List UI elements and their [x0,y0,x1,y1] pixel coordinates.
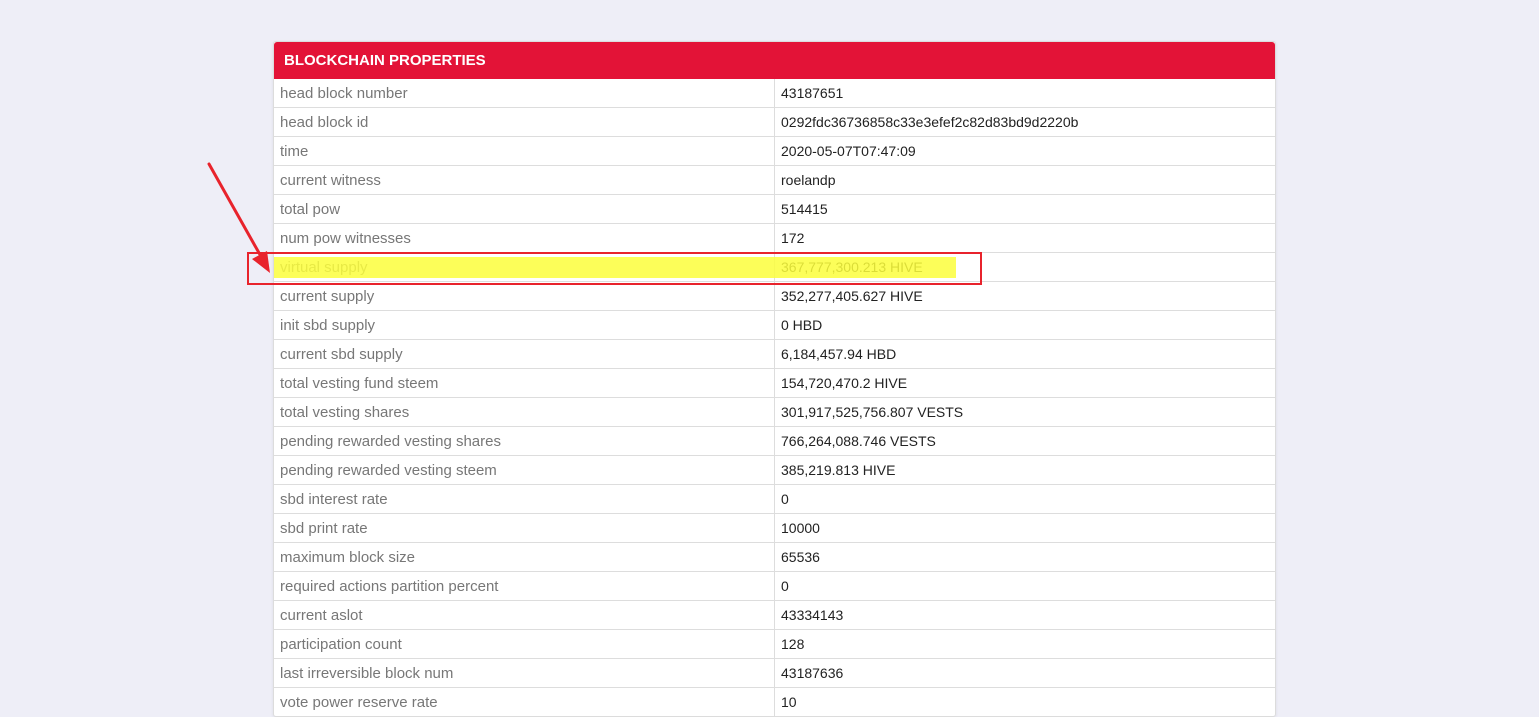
property-name: time [274,136,775,166]
table-row: sbd print rate 10000 [274,513,1275,543]
property-value: 301,917,525,756.807 VESTS [774,397,1275,427]
table-row: virtual supply 367,777,300.213 HIVE [274,252,1275,282]
property-name: vote power reserve rate [274,687,775,716]
property-value: 154,720,470.2 HIVE [774,368,1275,398]
table-row: total vesting fund steem 154,720,470.2 HI… [274,368,1275,398]
property-name: current supply [274,281,775,311]
table-row: current aslot 43334143 [274,600,1275,630]
table-row: vote power reserve rate 10 [274,687,1275,716]
property-value: 65536 [774,542,1275,572]
property-name: init sbd supply [274,310,775,340]
table-row: sbd interest rate 0 [274,484,1275,514]
property-value: 128 [774,629,1275,659]
table-row: init sbd supply 0 HBD [274,310,1275,340]
property-name: maximum block size [274,542,775,572]
property-value: 10000 [774,513,1275,543]
property-name: current witness [274,165,775,195]
property-value: 6,184,457.94 HBD [774,339,1275,369]
property-value: 0 [774,571,1275,601]
property-value: 352,277,405.627 HIVE [774,281,1275,311]
property-name: num pow witnesses [274,223,775,253]
table-row: current witness roelandp [274,165,1275,195]
table-row: current sbd supply 6,184,457.94 HBD [274,339,1275,369]
table-row: current supply 352,277,405.627 HIVE [274,281,1275,311]
blockchain-properties-panel: BLOCKCHAIN PROPERTIES head block number 4… [273,41,1276,717]
table-row: time 2020-05-07T07:47:09 [274,136,1275,166]
property-name: virtual supply [274,252,775,282]
property-name: sbd print rate [274,513,775,543]
panel-title: BLOCKCHAIN PROPERTIES [274,42,1275,79]
table-row: head block id 0292fdc36736858c33e3efef2c8… [274,107,1275,137]
property-value: 43187636 [774,658,1275,688]
property-name: sbd interest rate [274,484,775,514]
property-name: required actions partition percent [274,571,775,601]
table-row: pending rewarded vesting steem 385,219.81… [274,455,1275,485]
property-name: total vesting shares [274,397,775,427]
table-row: required actions partition percent 0 [274,571,1275,601]
table-row: total vesting shares 301,917,525,756.807 … [274,397,1275,427]
property-value: 385,219.813 HIVE [774,455,1275,485]
property-name: participation count [274,629,775,659]
property-value: 172 [774,223,1275,253]
table-row: participation count 128 [274,629,1275,659]
annotation-arrow-icon [207,162,270,273]
table-row: num pow witnesses 172 [274,223,1275,253]
property-value: 766,264,088.746 VESTS [774,426,1275,456]
table-row: total pow 514415 [274,194,1275,224]
property-value: 43187651 [781,85,844,101]
property-value: 514415 [774,194,1275,224]
property-value: 0292fdc36736858c33e3efef2c82d83bd9d2220b [774,107,1275,137]
property-name: last irreversible block num [274,658,775,688]
property-name: pending rewarded vesting shares [274,426,775,456]
property-value: roelandp [774,165,1275,195]
property-value: 0 HBD [774,310,1275,340]
property-name: head block id [274,107,775,137]
property-name: current aslot [274,600,775,630]
properties-table: head block number 43187651 head block id 02… [274,79,1275,716]
property-value: 0 [774,484,1275,514]
table-row: head block number 43187651 [274,79,1275,108]
table-row: pending rewarded vesting shares 766,264,0… [274,426,1275,456]
property-name: current sbd supply [274,339,775,369]
property-name: pending rewarded vesting steem [274,455,775,485]
property-name: total pow [274,194,775,224]
property-name: total vesting fund steem [274,368,775,398]
property-value: 367,777,300.213 HIVE [774,252,1275,282]
table-row: last irreversible block num 43187636 [274,658,1275,688]
property-value: 43334143 [774,600,1275,630]
property-name: head block number [274,79,775,108]
table-row: maximum block size 65536 [274,542,1275,572]
property-value: 10 [774,687,1275,716]
property-value: 2020-05-07T07:47:09 [774,136,1275,166]
